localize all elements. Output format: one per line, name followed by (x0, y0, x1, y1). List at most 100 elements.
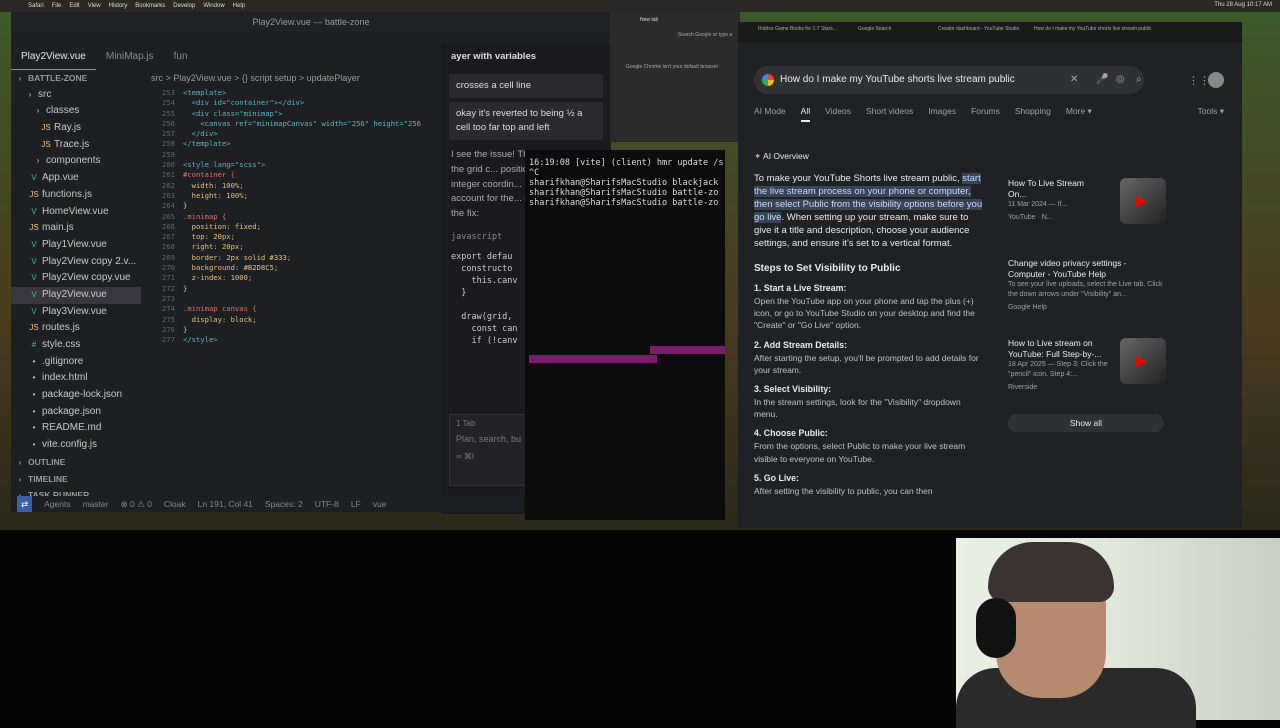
browser-tab[interactable]: Roblox Game Books for 1-7 Stars... (758, 26, 837, 32)
tab-short-videos[interactable]: Short videos (866, 106, 913, 122)
new-tab[interactable]: New tab (640, 17, 658, 23)
code-line: 277 </style> (151, 335, 441, 345)
code-line: 272} (151, 284, 441, 294)
tab-images[interactable]: Images (928, 106, 956, 122)
avatar[interactable] (1208, 72, 1224, 88)
eol[interactable]: LF (351, 499, 361, 509)
browser-tab[interactable]: How do I make my YouTube shorts live str… (1034, 26, 1151, 32)
cursor-position[interactable]: Ln 191, Col 41 (198, 499, 253, 509)
tab-minimap[interactable]: MiniMap.js (96, 44, 164, 70)
source-card[interactable]: How To Live Stream On... 11 Mar 2024 — If… (1008, 178, 1166, 258)
file-type-icon: V (31, 289, 37, 299)
source-cards: How To Live Stream On... 11 Mar 2024 — If… (1008, 178, 1166, 418)
file-item[interactable]: JS Ray.js (11, 120, 141, 137)
tab-play2view[interactable]: Play2View.vue (11, 44, 96, 70)
code-text: </div> (183, 129, 218, 139)
file-item[interactable]: V Play2View copy 2.v... (11, 254, 141, 271)
terminal-window[interactable]: 16:19:08 [vite] (client) hmr update /src… (525, 150, 725, 520)
file-item[interactable]: V HomeView.vue (11, 204, 141, 221)
show-all-button[interactable]: Show all (1008, 414, 1164, 432)
source-card[interactable]: How to Live stream on YouTube: Full Step… (1008, 338, 1166, 418)
menu-item[interactable]: Safari (28, 3, 44, 9)
file-item[interactable]: • .gitignore (11, 354, 141, 371)
code-text: top: 20px; (183, 232, 235, 242)
folder-item[interactable]: › classes (11, 103, 141, 120)
code-editor[interactable]: 253 <template> 254 <div id="container"></d… (151, 88, 441, 345)
code-text: position: fixed; (183, 221, 261, 231)
folder-item[interactable]: › components (11, 153, 141, 170)
tools-button[interactable]: Tools ▾ (1198, 106, 1224, 122)
menu-item[interactable]: File (52, 3, 62, 9)
source-card[interactable]: Change video privacy settings - Computer… (1008, 258, 1166, 338)
explorer-section[interactable]: › OUTLINE (11, 454, 141, 471)
menu-item[interactable]: Develop (173, 3, 195, 9)
menu-item[interactable]: Help (233, 3, 245, 9)
file-item[interactable]: # style.css (11, 337, 141, 354)
remote-icon[interactable]: ⇄ (17, 496, 33, 512)
file-item[interactable]: V Play1View.vue (11, 237, 141, 254)
tab-shopping[interactable]: Shopping (1015, 106, 1051, 122)
search-box[interactable]: How do I make my YouTube shorts live str… (754, 66, 1144, 94)
file-item[interactable]: • vite.config.js (11, 437, 141, 454)
card-snippet: To see your live uploads, select the Liv… (1008, 281, 1163, 298)
problems-count[interactable]: ⊗ 0 ⚠ 0 (121, 499, 152, 510)
lens-icon[interactable]: ◎ (1116, 66, 1125, 94)
file-item[interactable]: • package-lock.json (11, 387, 141, 404)
browser-tab[interactable]: Creator dashboard - YouTube Studio (938, 26, 1019, 32)
file-label: BATTLE-ZONE (28, 73, 88, 83)
file-item[interactable]: JS functions.js (11, 187, 141, 204)
mic-icon[interactable]: 🎤 (1096, 66, 1108, 94)
explorer-section[interactable]: › TIMELINE (11, 471, 141, 488)
breadcrumb[interactable]: src > Play2View.vue > {} script setup > … (151, 70, 441, 86)
browser-tab[interactable]: Google Search (858, 26, 891, 32)
chat-title: ayer with variables (451, 51, 537, 62)
file-item[interactable]: JS routes.js (11, 320, 141, 337)
file-item[interactable]: V Play2View copy.vue (11, 270, 141, 287)
apps-grid-icon[interactable]: ⋮⋮ (1188, 74, 1210, 87)
tab-fun[interactable]: fun (164, 44, 198, 70)
agents-status[interactable]: Agents (44, 499, 70, 509)
omnibox[interactable]: Search Google or type a (678, 32, 732, 38)
menu-item[interactable]: History (109, 3, 128, 9)
search-icon[interactable]: ⌕ (1136, 66, 1142, 94)
webcam-overlay (956, 538, 1280, 728)
step-description: After starting the setup, you'll be prom… (754, 352, 979, 375)
encoding[interactable]: UTF-8 (315, 499, 339, 509)
card-title: How to Live stream on YouTube: Full Step… (1008, 338, 1102, 359)
file-item[interactable]: • package.json (11, 404, 141, 421)
file-label: Play2View copy 2.v... (42, 255, 137, 267)
tab-more[interactable]: More ▾ (1066, 106, 1092, 122)
code-line: 255 <div class="minimap"> (151, 109, 441, 119)
tab-videos[interactable]: Videos (825, 106, 851, 122)
tab-ai-mode[interactable]: AI Mode (754, 106, 786, 122)
file-item[interactable]: JS main.js (11, 220, 141, 237)
file-item[interactable]: V Play2View.vue (11, 286, 141, 304)
file-item[interactable]: • index.html (11, 370, 141, 387)
code-text: background: #B2D8C5; (183, 263, 279, 273)
file-item[interactable]: V App.vue (11, 170, 141, 187)
file-label: Trace.js (54, 138, 90, 150)
menu-item[interactable]: Window (203, 3, 224, 9)
file-type-icon: # (31, 340, 37, 349)
indentation[interactable]: Spaces: 2 (265, 499, 303, 509)
clear-icon[interactable]: ✕ (1070, 66, 1078, 94)
tab-forums[interactable]: Forums (971, 106, 1000, 122)
file-item[interactable]: JS Trace.js (11, 137, 141, 154)
tab-all[interactable]: All (800, 106, 811, 122)
menu-item[interactable]: Edit (69, 3, 79, 9)
code-line: 265 .minimap { (151, 212, 441, 222)
file-item[interactable]: • README.md (11, 420, 141, 437)
git-branch[interactable]: master (83, 499, 109, 509)
card-title: Change video privacy settings - Computer… (1008, 258, 1127, 279)
explorer-section[interactable]: › BATTLE-ZONE (11, 70, 141, 87)
menu-item[interactable]: Bookmarks (135, 3, 165, 9)
file-type-icon: JS (29, 189, 39, 199)
language-mode[interactable]: vue (373, 499, 387, 509)
file-item[interactable]: V Play3View.vue (11, 304, 141, 321)
folder-item[interactable]: › src (11, 87, 141, 104)
code-line: 268 right: 20px; (151, 242, 441, 252)
card-snippet: 11 Mar 2024 — If... (1008, 201, 1068, 208)
menu-item[interactable]: View (88, 3, 101, 9)
line-number: 254 (162, 98, 175, 108)
cloak-status[interactable]: Cloak (164, 499, 186, 509)
